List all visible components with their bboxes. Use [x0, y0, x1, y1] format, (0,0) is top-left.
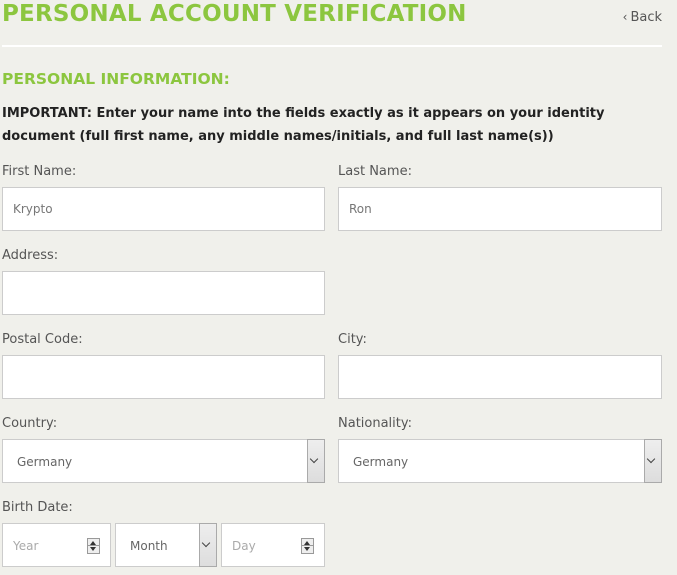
chevron-down-icon [309, 454, 319, 464]
city-label: City: [338, 332, 367, 347]
year-spinner[interactable] [87, 538, 100, 554]
chevron-down-icon [201, 538, 211, 548]
section-title: PERSONAL INFORMATION: [2, 70, 230, 88]
birth-day-placeholder: Day [232, 539, 256, 553]
nationality-selected-value: Germany [353, 455, 409, 469]
birth-month-select[interactable]: Month [115, 523, 217, 567]
postal-code-label: Postal Code: [2, 332, 83, 347]
last-name-input[interactable] [338, 187, 662, 231]
postal-code-input[interactable] [2, 355, 325, 399]
spinner-down-icon[interactable] [304, 547, 310, 551]
page-title: PERSONAL ACCOUNT VERIFICATION [2, 1, 467, 27]
first-name-input[interactable] [2, 187, 325, 231]
spinner-divider [88, 545, 99, 546]
month-dropdown-button[interactable] [199, 523, 217, 567]
spinner-divider [302, 545, 313, 546]
birth-year-placeholder: Year [13, 539, 39, 553]
header-divider [2, 45, 662, 47]
nationality-dropdown-button[interactable] [644, 439, 662, 483]
chevron-left-icon: ‹ [622, 10, 628, 24]
day-spinner[interactable] [301, 538, 314, 554]
city-input[interactable] [338, 355, 662, 399]
country-dropdown-button[interactable] [307, 439, 325, 483]
back-label: Back [630, 10, 662, 25]
address-input[interactable] [2, 271, 325, 315]
spinner-down-icon[interactable] [90, 547, 96, 551]
chevron-down-icon [646, 454, 656, 464]
address-label: Address: [2, 248, 59, 263]
nationality-select[interactable]: Germany [338, 439, 662, 483]
country-label: Country: [2, 416, 58, 431]
country-select[interactable]: Germany [2, 439, 325, 483]
important-note: IMPORTANT: Enter your name into the fiel… [2, 106, 605, 144]
birth-month-selected-value: Month [130, 539, 168, 553]
back-link[interactable]: ‹ Back [623, 10, 662, 25]
country-selected-value: Germany [17, 455, 73, 469]
last-name-label: Last Name: [338, 164, 412, 179]
first-name-label: First Name: [2, 164, 77, 179]
birth-date-label: Birth Date: [2, 500, 73, 515]
birth-day-input[interactable]: Day [221, 523, 325, 567]
birth-year-input[interactable]: Year [2, 523, 111, 567]
nationality-label: Nationality: [338, 416, 413, 431]
